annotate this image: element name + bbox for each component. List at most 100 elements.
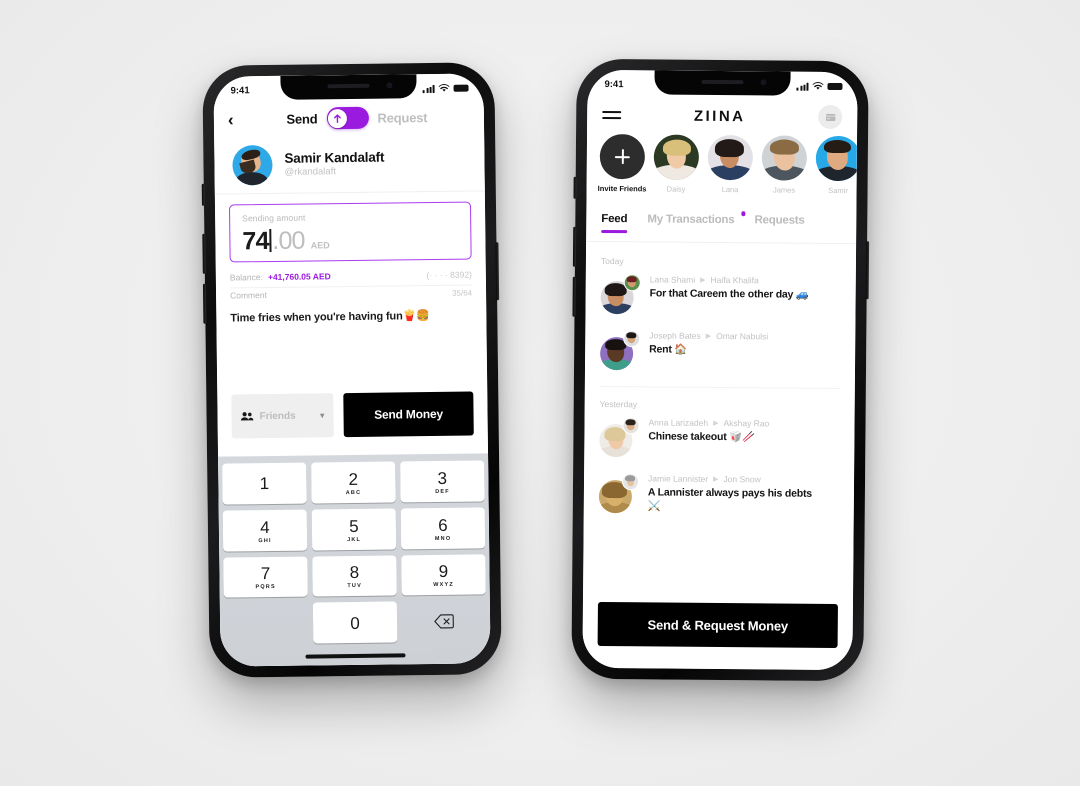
- avatar: [653, 134, 700, 180]
- comment-char-counter: 35/64: [451, 288, 473, 298]
- front-camera: [386, 82, 393, 89]
- phone-right: 9:41 ZIINA Invite Friends Daisy Lana Jam…: [571, 58, 870, 682]
- key-6[interactable]: 6 MNO: [400, 507, 486, 549]
- phone-left-notch: [280, 74, 417, 100]
- phone-left-power-button[interactable]: [495, 242, 500, 301]
- key-backspace[interactable]: [402, 601, 486, 643]
- comment-input[interactable]: Time fries when you're having fun🍟🍔: [230, 309, 472, 324]
- key-number: 8: [349, 563, 360, 583]
- tab-my-transactions[interactable]: My Transactions: [647, 210, 746, 226]
- avatar: [707, 134, 754, 181]
- send-money-button[interactable]: Send Money: [343, 391, 474, 438]
- avatar-secondary: [621, 473, 640, 491]
- keypad-row: 7 PQRS 8 TUV 9 WXYZ: [223, 553, 486, 598]
- key-4[interactable]: 4 GHI: [222, 509, 308, 552]
- avatar-secondary: [623, 274, 641, 292]
- text-cursor: [269, 228, 272, 252]
- list-item[interactable]: Jamie Lannister ▶ Jon Snow A Lannister a…: [598, 473, 839, 516]
- stories-rail[interactable]: Invite Friends Daisy Lana James Samir: [586, 133, 858, 208]
- sending-amount-input[interactable]: Sending amount 74 .00 AED: [228, 201, 472, 263]
- list-item[interactable]: Lana Shami ▶ Haifa Khalifa For that Care…: [600, 274, 840, 316]
- sender-name: Jamie Lannister: [648, 473, 709, 484]
- key-7[interactable]: 7 PQRS: [223, 556, 308, 598]
- list-item[interactable]: Anna Larizadeh ▶ Akshay Rao Chinese take…: [599, 417, 839, 459]
- tab-feed[interactable]: Feed: [601, 210, 628, 234]
- phone-left-volume-down-button[interactable]: [202, 283, 207, 324]
- audience-selector[interactable]: Friends ▾: [231, 393, 334, 439]
- phone-right-volume-down-button[interactable]: [572, 276, 576, 317]
- story-label: James: [772, 185, 796, 195]
- recipient-handle: @rkandalaft: [284, 166, 337, 178]
- key-letters: JKL: [347, 536, 362, 543]
- phone-left: 9:41 ‹ Send Request Samir Kandalaft @rka…: [201, 62, 502, 678]
- tab-label: Feed: [601, 212, 628, 226]
- avatar-pair: [600, 274, 641, 315]
- key-8[interactable]: 8 TUV: [312, 554, 397, 597]
- hamburger-menu-icon[interactable]: [602, 110, 622, 120]
- key-1[interactable]: 1: [222, 462, 307, 505]
- key-0[interactable]: 0: [312, 601, 398, 644]
- avatar-pair: [599, 417, 640, 458]
- recipient-name: Akshay Rao: [723, 418, 770, 429]
- phone-right-volume-up-button[interactable]: [572, 226, 577, 267]
- comment-label: Comment: [230, 290, 267, 301]
- story-james[interactable]: James: [761, 135, 808, 207]
- recipient-name: Omar Nabulsi: [716, 330, 769, 342]
- key-number: 7: [260, 564, 271, 584]
- phone-left-volume-up-button[interactable]: [202, 233, 206, 274]
- avatar: [815, 135, 858, 182]
- amount-integer: 74: [242, 227, 269, 256]
- transaction-participants: Joseph Bates ▶ Omar Nabulsi: [649, 330, 768, 341]
- avatar: [761, 135, 808, 181]
- avatar-secondary: [623, 330, 641, 348]
- recipient-row[interactable]: Samir Kandalaft @rkandalaft: [214, 133, 485, 195]
- key-5[interactable]: 5 JKL: [311, 508, 397, 550]
- status-time: 9:41: [604, 78, 624, 91]
- send-request-toggle[interactable]: [326, 106, 369, 130]
- transaction-note: For that Careem the other day 🚙: [649, 287, 809, 301]
- phone-right-power-button[interactable]: [865, 241, 870, 300]
- story-label: Daisy: [666, 184, 686, 194]
- invite-circle: [599, 133, 646, 180]
- avatar-pair: [598, 473, 640, 514]
- key-letters: DEF: [435, 488, 450, 495]
- transaction-participants: Anna Larizadeh ▶ Akshay Rao: [648, 417, 769, 428]
- linked-card-number[interactable]: (· · · · 8392): [426, 269, 471, 280]
- amount-currency: AED: [310, 240, 330, 251]
- keypad-row: 1 2 ABC 3 DEF: [222, 460, 485, 505]
- wifi-icon: [438, 83, 450, 92]
- amount-decimal: .00: [272, 226, 305, 255]
- key-number: 9: [438, 562, 449, 582]
- send-tab-label[interactable]: Send: [286, 111, 317, 126]
- key-letters: MNO: [434, 535, 452, 542]
- home-indicator[interactable]: [305, 653, 406, 659]
- avatar-secondary: [622, 417, 640, 435]
- wallet-button[interactable]: [818, 104, 843, 130]
- left-action-row: Friends ▾ Send Money: [231, 391, 474, 439]
- arrow-right-icon: ▶: [705, 332, 712, 340]
- balance-row: Balance: +41,760.05 AED (· · · · 8392): [229, 263, 472, 289]
- story-label: Invite Friends: [597, 183, 647, 194]
- story-daisy[interactable]: Daisy: [653, 134, 700, 206]
- chevron-left-icon[interactable]: ‹: [228, 110, 244, 129]
- request-tab-label[interactable]: Request: [377, 110, 427, 126]
- key-letters: GHI: [258, 537, 272, 544]
- arrow-right-icon: ▶: [713, 475, 719, 483]
- send-request-money-button[interactable]: Send & Request Money: [597, 601, 838, 649]
- story-samir[interactable]: Samir: [815, 135, 858, 208]
- battery-icon: [453, 84, 469, 92]
- key-2[interactable]: 2 ABC: [311, 461, 396, 504]
- screenshot-stage: 9:41 ‹ Send Request Samir Kandalaft @rka…: [0, 0, 1080, 786]
- recipient-name: Jon Snow: [723, 474, 761, 485]
- transaction-note: Chinese takeout 🥡🥢: [648, 430, 756, 444]
- key-9[interactable]: 9 WXYZ: [401, 553, 486, 596]
- key-letters: ABC: [345, 489, 362, 496]
- tab-requests[interactable]: Requests: [754, 211, 804, 226]
- key-3[interactable]: 3 DEF: [400, 460, 485, 503]
- phone-right-mute-button[interactable]: [573, 176, 577, 199]
- phone-left-screen: 9:41 ‹ Send Request Samir Kandalaft @rka…: [213, 73, 491, 667]
- phone-left-mute-button[interactable]: [201, 183, 205, 206]
- story-invite-friends[interactable]: Invite Friends: [597, 133, 647, 206]
- list-item[interactable]: Joseph Bates ▶ Omar Nabulsi Rent 🏠: [599, 330, 840, 372]
- story-lana[interactable]: Lana: [707, 134, 754, 207]
